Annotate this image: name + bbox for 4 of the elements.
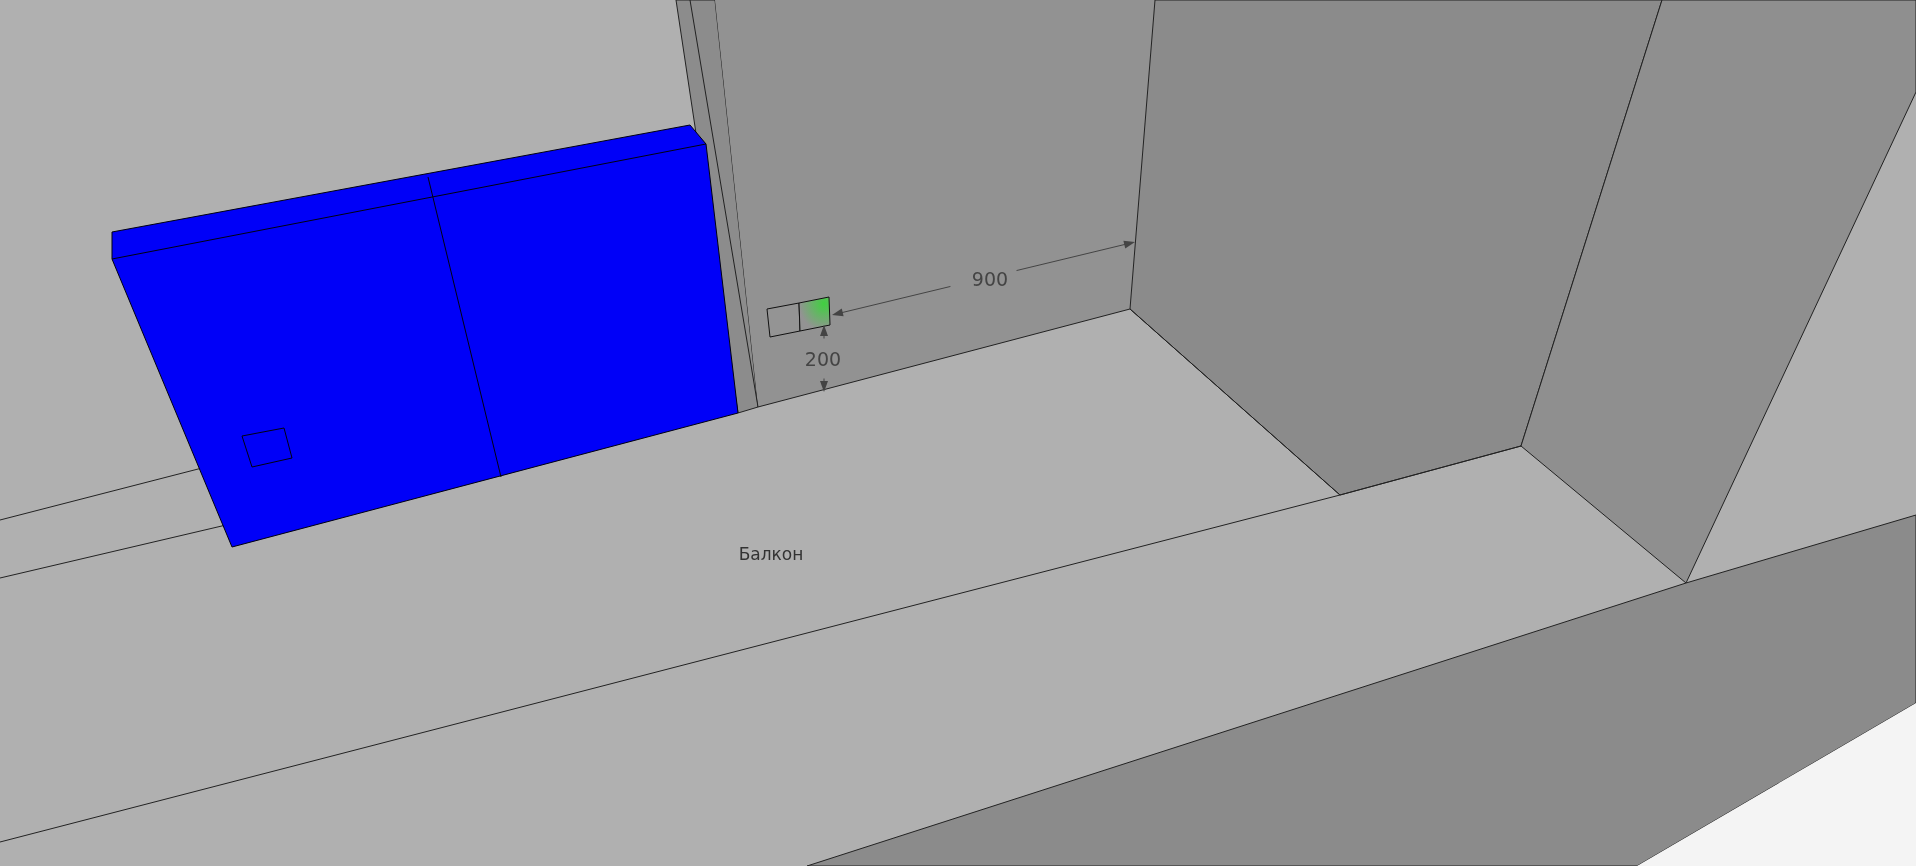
- socket-drawing: [766, 296, 831, 338]
- room-label: Балкон: [738, 544, 804, 564]
- dimension-value: 900: [971, 268, 1009, 290]
- dimension-value: 200: [804, 348, 842, 370]
